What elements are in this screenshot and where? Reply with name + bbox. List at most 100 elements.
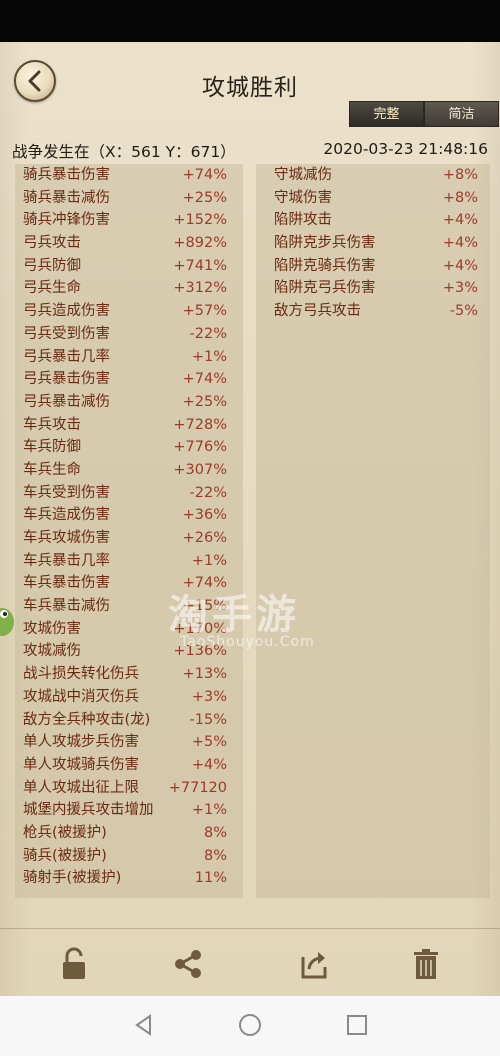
stat-row: 骑兵暴击减伤 +25% (15, 187, 243, 210)
stat-label: 车兵攻击 (23, 416, 81, 433)
nav-back-icon[interactable] (131, 1012, 157, 1038)
stat-label: 车兵暴击伤害 (23, 575, 110, 592)
stat-value: +36% (182, 507, 227, 524)
stat-row: 陷阱克步兵伤害 +4% (256, 232, 490, 255)
stat-value: +1% (191, 552, 227, 569)
stat-label: 弓兵暴击减伤 (23, 393, 110, 410)
stat-label: 城堡内援兵攻击增加 (23, 802, 154, 819)
stat-row: 车兵暴击减伤 +15% (15, 595, 243, 618)
bottom-toolbar (0, 928, 500, 997)
stat-row: 弓兵造成伤害 +57% (15, 300, 243, 323)
trash-icon[interactable] (410, 947, 442, 981)
stat-label: 弓兵防御 (23, 257, 81, 274)
system-nav-bar (0, 996, 500, 1056)
attacker-stats-panel: 骑兵暴击伤害 +74% 骑兵暴击减伤 +25% 骑兵冲锋伤害 +152% 弓兵攻击 +892%… (15, 164, 243, 898)
stat-value: +170% (173, 620, 227, 637)
stat-label: 陷阱攻击 (274, 212, 332, 229)
defender-stats-panel: 守城减伤 +8% 守城伤害 +8% 陷阱攻击 +4% 陷阱克步兵伤害 +4% 陷阱克骑兵伤害 +4… (256, 164, 490, 898)
stat-label: 弓兵生命 (23, 280, 81, 297)
stat-row: 守城伤害 +8% (256, 187, 490, 210)
stat-value: +776% (173, 439, 227, 456)
stat-row: 弓兵受到伤害 -22% (15, 323, 243, 346)
tab-brief[interactable]: 简洁 (424, 101, 499, 127)
share-icon[interactable] (172, 947, 204, 981)
stat-label: 敌方弓兵攻击 (274, 303, 361, 320)
stat-value: -22% (189, 325, 227, 342)
stat-label: 攻城战中消灭伤兵 (23, 688, 139, 705)
export-icon[interactable] (298, 947, 330, 981)
stat-label: 单人攻城步兵伤害 (23, 734, 139, 751)
stat-row: 陷阱克弓兵伤害 +3% (256, 277, 490, 300)
stat-value: +25% (182, 189, 227, 206)
stat-label: 单人攻城骑兵伤害 (23, 756, 139, 773)
stat-value: +74% (182, 575, 227, 592)
stat-value: -5% (449, 303, 478, 320)
stat-label: 敌方全兵种攻击(龙) (23, 711, 151, 728)
stat-row: 陷阱克骑兵伤害 +4% (256, 255, 490, 278)
nav-recents-icon[interactable] (344, 1012, 370, 1038)
lock-icon[interactable] (58, 947, 90, 981)
stat-label: 陷阱克骑兵伤害 (274, 257, 376, 274)
stat-label: 战斗损失转化伤兵 (23, 666, 139, 683)
stat-value: 11% (194, 870, 227, 887)
stat-row: 攻城伤害 +170% (15, 618, 243, 641)
stat-label: 弓兵攻击 (23, 235, 81, 252)
stat-row: 守城减伤 +8% (256, 164, 490, 187)
stat-value: -15% (189, 711, 227, 728)
stat-row: 骑射手(被援护) 11% (15, 867, 243, 890)
stat-label: 骑兵暴击伤害 (23, 167, 110, 183)
stat-value: +728% (173, 416, 227, 433)
stat-row: 车兵受到伤害 -22% (15, 482, 243, 505)
stat-label: 守城伤害 (274, 189, 332, 206)
stat-value: +74% (182, 167, 227, 183)
stat-row: 弓兵攻击 +892% (15, 232, 243, 255)
status-bar (0, 0, 500, 42)
stat-label: 车兵攻城伤害 (23, 530, 110, 546)
stat-row: 车兵造成伤害 +36% (15, 504, 243, 527)
stat-row: 骑兵(被援护) 8% (15, 845, 243, 868)
stat-label: 骑兵冲锋伤害 (23, 212, 110, 229)
stat-row: 敌方全兵种攻击(龙) -15% (15, 709, 243, 732)
stat-value: +3% (442, 280, 478, 297)
stat-label: 攻城减伤 (23, 643, 81, 660)
stat-label: 弓兵受到伤害 (23, 325, 110, 342)
page-title: 攻城胜利 (202, 75, 298, 101)
nav-home-icon[interactable] (237, 1012, 263, 1038)
stat-row: 弓兵防御 +741% (15, 255, 243, 278)
stat-value: +26% (182, 530, 227, 546)
stat-value: +4% (442, 235, 478, 252)
stat-value: +4% (191, 756, 227, 773)
stat-row: 单人攻城步兵伤害 +5% (15, 731, 243, 754)
stat-row: 单人攻城骑兵伤害 +4% (15, 754, 243, 777)
stat-label: 车兵防御 (23, 439, 81, 456)
stat-row: 攻城减伤 +136% (15, 640, 243, 663)
stat-row: 陷阱攻击 +4% (256, 209, 490, 232)
stat-label: 攻城伤害 (23, 620, 81, 637)
stat-value: +25% (182, 393, 227, 410)
stat-value: +4% (442, 212, 478, 229)
stat-row: 战斗损失转化伤兵 +13% (15, 663, 243, 686)
stat-row: 攻城战中消灭伤兵 +3% (15, 686, 243, 709)
stat-value: +3% (191, 688, 227, 705)
stat-row: 车兵攻击 +728% (15, 414, 243, 437)
stat-row: 弓兵暴击伤害 +74% (15, 368, 243, 391)
stat-row: 城堡内援兵攻击增加 +1% (15, 799, 243, 822)
view-tabs: 完整 简洁 (349, 101, 499, 127)
stat-label: 守城减伤 (274, 167, 332, 183)
stat-row: 车兵生命 +307% (15, 459, 243, 482)
stat-value: +15% (182, 598, 227, 615)
stat-row: 车兵攻城伤害 +26% (15, 527, 243, 550)
stat-value: +13% (182, 666, 227, 683)
battle-location: 战争发生在（X：561 Y：671） (12, 143, 236, 161)
stat-value: 8% (203, 824, 227, 841)
stat-label: 车兵受到伤害 (23, 484, 110, 501)
stat-row: 车兵暴击几率 +1% (15, 550, 243, 573)
stat-value: 8% (203, 847, 227, 864)
stat-value: +741% (173, 257, 227, 274)
tab-full[interactable]: 完整 (349, 101, 424, 127)
stat-label: 枪兵(被援护) (23, 824, 107, 841)
stat-label: 陷阱克弓兵伤害 (274, 280, 376, 297)
stat-value: +152% (173, 212, 227, 229)
stat-label: 车兵暴击几率 (23, 552, 110, 569)
stat-value: +77120 (168, 779, 227, 796)
